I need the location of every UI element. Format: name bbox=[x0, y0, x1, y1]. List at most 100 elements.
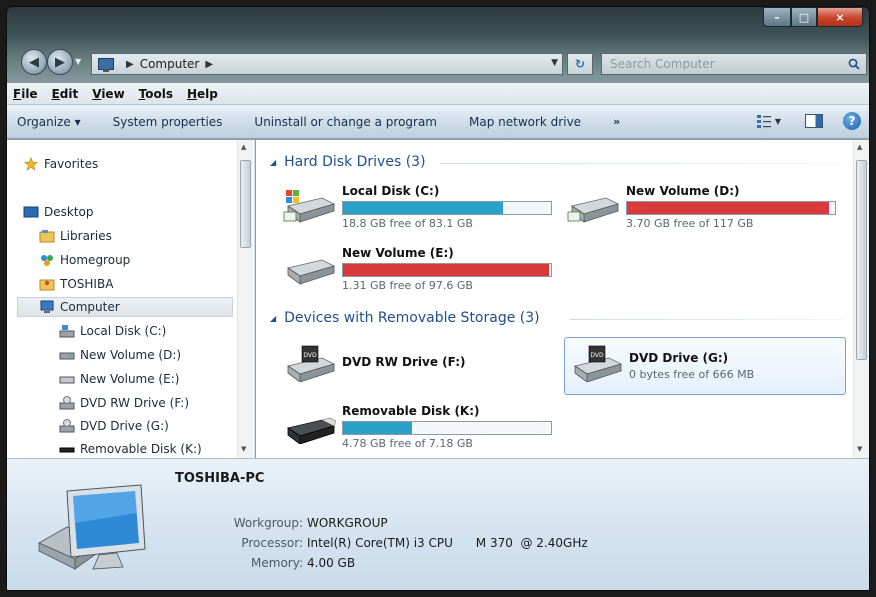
homegroup-icon bbox=[41, 255, 53, 266]
system-drive-icon bbox=[59, 325, 75, 338]
help-icon[interactable]: ? bbox=[843, 112, 861, 130]
workgroup-label: Workgroup: bbox=[233, 516, 303, 530]
sidebar-item-toshiba[interactable]: TOSHIBA bbox=[39, 274, 113, 294]
chevron-right-icon[interactable]: ▶ bbox=[205, 59, 213, 70]
sidebar-item-local-disk-c[interactable]: Local Disk (C:) bbox=[59, 321, 166, 341]
search-input[interactable] bbox=[610, 57, 830, 71]
drive-tile-g[interactable]: DVD DVD Drive (G:) 0 bytes free of 666 M… bbox=[564, 337, 846, 395]
content-pane: ◢ Hard Disk Drives (3) Local Disk (C:) 1… bbox=[256, 140, 869, 458]
menu-view[interactable]: View bbox=[92, 87, 124, 101]
forward-button[interactable]: ▶ bbox=[47, 49, 73, 75]
menu-tools[interactable]: Tools bbox=[139, 87, 173, 101]
drive-name: Local Disk (C:) bbox=[342, 184, 440, 198]
removable-disk-icon bbox=[59, 447, 75, 453]
group-divider bbox=[570, 319, 845, 320]
computer-icon bbox=[40, 300, 54, 313]
drive-icon bbox=[287, 259, 336, 285]
memory-value: 4.00 GB bbox=[307, 556, 356, 570]
collapse-icon[interactable]: ◢ bbox=[270, 158, 276, 167]
scrollbar-thumb[interactable] bbox=[240, 160, 251, 248]
drive-free-space: 3.70 GB free of 117 GB bbox=[626, 217, 754, 230]
sidebar-item-label: Local Disk (C:) bbox=[80, 324, 167, 338]
dvd-drive-icon: DVD bbox=[574, 345, 623, 382]
menu-file[interactable]: File bbox=[13, 87, 38, 101]
menu-edit[interactable]: Edit bbox=[52, 87, 79, 101]
drive-tile-d[interactable]: New Volume (D:) 3.70 GB free of 117 GB bbox=[566, 184, 836, 230]
menu-bar: File Edit View Tools Help bbox=[7, 83, 869, 105]
content-scrollbar[interactable]: ▲ ▼ bbox=[853, 140, 869, 458]
sidebar-item-computer[interactable]: Computer bbox=[17, 297, 233, 317]
drive-name: DVD RW Drive (F:) bbox=[342, 354, 466, 369]
computer-name: TOSHIBA-PC bbox=[175, 471, 265, 486]
group-header-removable[interactable]: ◢ Devices with Removable Storage (3) bbox=[270, 310, 845, 326]
sidebar-item-label: Desktop bbox=[44, 205, 94, 219]
drive-tile-e[interactable]: New Volume (E:) 1.31 GB free of 97.6 GB bbox=[282, 246, 552, 292]
address-bar[interactable]: ▶ Computer ▶ ▼ bbox=[91, 53, 563, 75]
sidebar-item-homegroup[interactable]: Homegroup bbox=[39, 250, 130, 270]
uninstall-program-button[interactable]: Uninstall or change a program bbox=[254, 115, 437, 129]
minimize-button[interactable]: – bbox=[763, 7, 791, 27]
group-header-hard-disks[interactable]: ◢ Hard Disk Drives (3) bbox=[270, 154, 845, 170]
sidebar-scrollbar[interactable]: ▲ ▼ bbox=[237, 140, 253, 458]
memory-label: Memory: bbox=[251, 556, 303, 570]
search-icon[interactable] bbox=[848, 58, 860, 70]
drive-tile-k[interactable]: Removable Disk (K:) 4.78 GB free of 7.18… bbox=[282, 404, 552, 450]
drive-name: Removable Disk (K:) bbox=[342, 404, 480, 418]
sidebar-item-new-volume-e[interactable]: New Volume (E:) bbox=[59, 369, 179, 389]
drive-tile-f[interactable]: DVD DVD RW Drive (F:) bbox=[282, 340, 465, 384]
drive-name: New Volume (D:) bbox=[626, 184, 740, 198]
map-network-drive-button[interactable]: Map network drive bbox=[469, 115, 581, 129]
desktop-icon bbox=[23, 206, 39, 218]
address-dropdown-icon[interactable]: ▼ bbox=[551, 58, 558, 68]
breadcrumb-computer[interactable]: Computer bbox=[140, 57, 200, 71]
drive-free-space: 0 bytes free of 666 MB bbox=[629, 368, 755, 381]
workgroup-value: WORKGROUP bbox=[307, 516, 388, 530]
scrollbar-thumb[interactable] bbox=[856, 160, 867, 360]
drive-usage-bar bbox=[342, 263, 552, 277]
processor-row: Processor: Intel(R) Core(TM) i3 CPU M 37… bbox=[175, 536, 587, 550]
scroll-down-icon[interactable]: ▼ bbox=[857, 445, 862, 453]
sidebar-item-libraries[interactable]: Libraries bbox=[39, 226, 112, 246]
close-button[interactable]: × bbox=[817, 7, 863, 27]
group-divider bbox=[440, 163, 845, 164]
sidebar-item-label: DVD RW Drive (F:) bbox=[80, 396, 190, 410]
recent-pages-dropdown[interactable]: ▼ bbox=[75, 57, 85, 67]
change-view-icon[interactable] bbox=[756, 114, 771, 128]
maximize-button[interactable]: □ bbox=[791, 7, 817, 27]
sidebar-item-dvd-drive-g[interactable]: DVD Drive (G:) bbox=[59, 416, 169, 436]
system-properties-button[interactable]: System properties bbox=[113, 115, 223, 129]
preview-pane-icon[interactable] bbox=[805, 114, 823, 128]
collapse-icon[interactable]: ◢ bbox=[270, 314, 276, 323]
drive-usage-fill bbox=[343, 422, 412, 434]
refresh-button[interactable]: ↻ bbox=[567, 53, 593, 75]
removable-disk-icon bbox=[287, 417, 336, 444]
chevron-right-icon[interactable]: ▶ bbox=[126, 59, 134, 70]
star-icon bbox=[24, 157, 38, 171]
sidebar-item-dvd-rw-f[interactable]: DVD RW Drive (F:) bbox=[59, 393, 189, 413]
navigation-pane: Favorites Desktop Libraries Homegroup TO… bbox=[7, 140, 255, 458]
dvd-drive-icon bbox=[59, 396, 75, 410]
scroll-up-icon[interactable]: ▲ bbox=[241, 143, 246, 151]
menu-help[interactable]: Help bbox=[187, 87, 218, 101]
drive-free-space: 18.8 GB free of 83.1 GB bbox=[342, 217, 473, 230]
organize-button[interactable]: Organize ▾ bbox=[17, 115, 81, 129]
sidebar-item-new-volume-d[interactable]: New Volume (D:) bbox=[59, 345, 181, 365]
sidebar-item-label: DVD Drive (G:) bbox=[80, 419, 169, 433]
sidebar-item-label: New Volume (E:) bbox=[80, 372, 180, 386]
processor-label: Processor: bbox=[241, 536, 303, 550]
back-button[interactable]: ◀ bbox=[21, 49, 47, 75]
view-dropdown-icon[interactable]: ▼ bbox=[775, 117, 781, 126]
sidebar-item-label: Libraries bbox=[60, 229, 112, 243]
drive-tile-c[interactable]: Local Disk (C:) 18.8 GB free of 83.1 GB bbox=[282, 184, 552, 230]
more-commands-button[interactable]: » bbox=[613, 115, 620, 128]
sidebar-item-desktop[interactable]: Desktop bbox=[23, 202, 94, 222]
sidebar-item-favorites[interactable]: Favorites bbox=[23, 154, 98, 174]
search-box[interactable] bbox=[601, 53, 867, 75]
drive-usage-fill bbox=[343, 202, 504, 214]
drive-icon bbox=[59, 352, 75, 360]
workgroup-row: Workgroup: WORKGROUP bbox=[175, 516, 388, 530]
sidebar-item-removable-k[interactable]: Removable Disk (K:) bbox=[59, 439, 202, 458]
drive-usage-bar bbox=[342, 421, 552, 435]
scroll-up-icon[interactable]: ▲ bbox=[857, 143, 862, 151]
scroll-down-icon[interactable]: ▼ bbox=[241, 445, 246, 453]
